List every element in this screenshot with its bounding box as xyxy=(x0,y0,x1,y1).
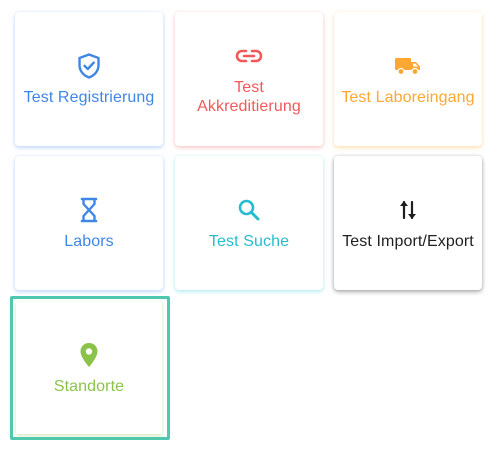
search-icon xyxy=(237,196,261,224)
tile-label: Test Registrierung xyxy=(23,88,155,106)
tile-label: Test Akkreditierung xyxy=(197,79,301,115)
tile-label: Standorte xyxy=(53,377,125,395)
tile-standorte[interactable]: Standorte xyxy=(10,296,170,440)
map-marker-icon xyxy=(79,341,99,369)
tile-test-import-export[interactable]: Test Import/Export xyxy=(334,156,482,290)
tile-label: Test Import/Export xyxy=(342,232,474,250)
truck-icon xyxy=(394,52,422,80)
tile-inner: Standorte xyxy=(16,302,162,434)
tile-label: Test Laboreingang xyxy=(341,88,475,106)
tile-test-laboreingang[interactable]: Test Laboreingang xyxy=(334,12,482,146)
tile-label: Labors xyxy=(64,232,114,250)
hourglass-icon xyxy=(80,196,98,224)
tile-test-registrierung[interactable]: Test Registrierung xyxy=(15,12,163,146)
shield-check-icon xyxy=(77,52,101,80)
tile-test-akkreditierung[interactable]: Test Akkreditierung xyxy=(175,12,323,146)
swap-vertical-icon xyxy=(398,196,418,224)
tile-label: Test Suche xyxy=(208,232,290,250)
link-icon xyxy=(235,42,263,70)
tile-labors[interactable]: Labors xyxy=(15,156,163,290)
menu-tile-grid: Test Registrierung Test Akkreditierung T… xyxy=(0,0,500,450)
tile-test-suche[interactable]: Test Suche xyxy=(175,156,323,290)
